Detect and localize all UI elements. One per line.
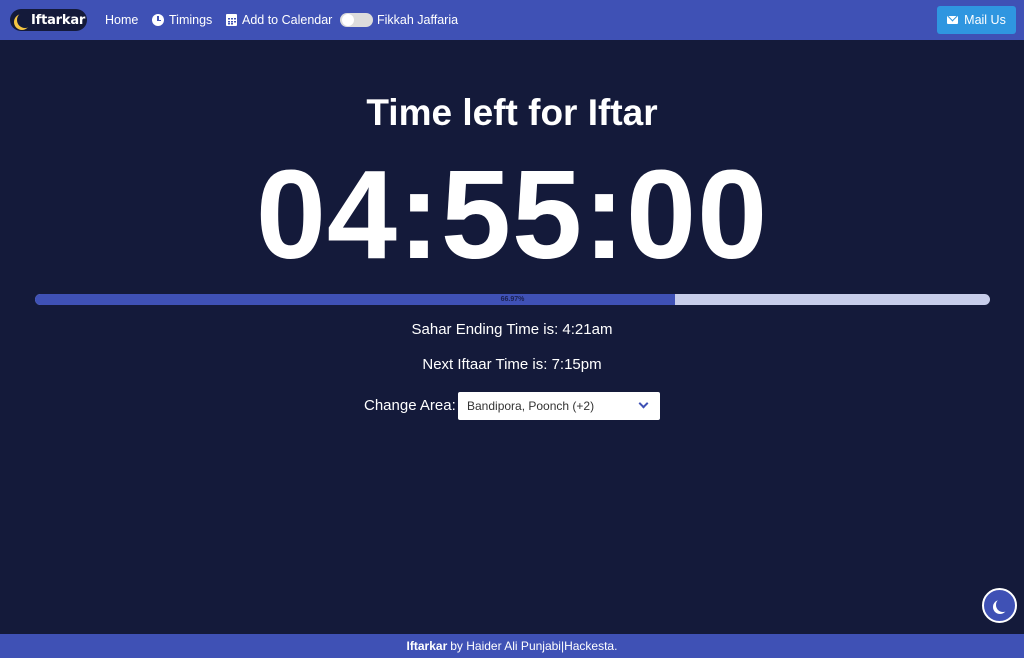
progress-bar: 66.97% [35,294,990,305]
logo[interactable]: Iftarkar [10,9,87,31]
navbar: Iftarkar Home Timings Add to Calendar Fi… [0,0,1024,40]
area-select[interactable]: Bandipora, Poonch (+2) [458,392,660,420]
chevron-down-icon [638,398,649,409]
nav-home[interactable]: Home [105,11,138,29]
nav-timings[interactable]: Timings [152,11,212,29]
crescent-moon-icon [17,12,33,28]
footer-brand: Iftarkar [406,639,448,653]
nav-home-label: Home [105,13,139,27]
logo-text: Iftarkar [31,12,86,28]
countdown-timer: 04:55:00 [255,144,769,285]
toggle-switch[interactable] [340,13,373,27]
page-title: Time left for Iftar [366,92,658,133]
footer: Iftarkar by Haider Ali Punjabi|Hackesta. [0,634,1024,658]
footer-credit: by Haider Ali Punjabi|Hackesta. [450,639,618,653]
clock-icon [152,14,164,26]
nav-add-to-calendar[interactable]: Add to Calendar [226,11,332,29]
nav-calendar-label: Add to Calendar [242,13,333,27]
toggle-knob [342,14,354,26]
mail-us-label: Mail Us [964,13,1006,27]
envelope-icon [947,16,959,24]
area-select-value: Bandipora, Poonch (+2) [467,399,595,413]
calendar-icon [226,14,237,26]
change-area-label: Change Area: [364,397,456,414]
dark-mode-button[interactable] [982,588,1017,623]
fikkah-toggle-label: Fikkah Jaffaria [377,13,459,27]
progress-label: 66.97% [500,296,525,303]
next-iftaar-time: Next Iftaar Time is: 7:15pm [422,356,602,373]
fikkah-toggle[interactable]: Fikkah Jaffaria [340,11,458,29]
sahar-ending-time: Sahar Ending Time is: 4:21am [411,321,613,338]
nav-timings-label: Timings [169,13,213,27]
mail-us-button[interactable]: Mail Us [937,6,1016,34]
moon-icon [996,598,1010,612]
